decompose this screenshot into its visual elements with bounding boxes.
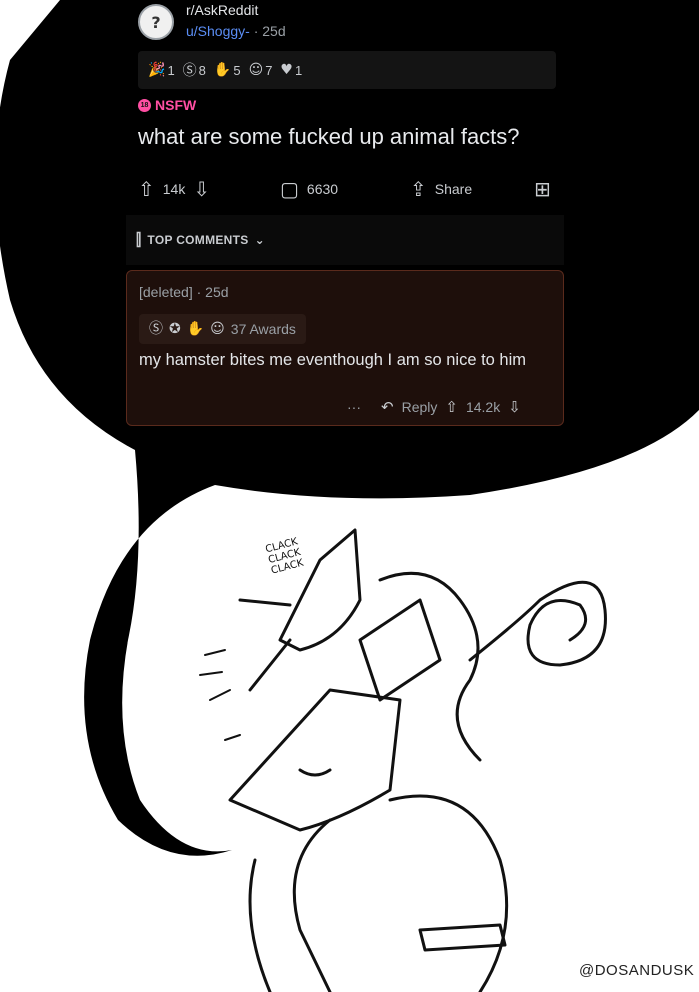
comic-panel: ? r/AskReddit u/Shoggy- · 25d 🎉 1 Ⓢ 8 ✋ 5 ☺… (0, 0, 699, 992)
head (228, 688, 402, 832)
arm (248, 858, 272, 992)
hamster-arm (248, 638, 292, 692)
character-illustration (199, 528, 607, 992)
artist-signature: @DOSANDUSK (579, 962, 695, 979)
body-left (292, 818, 332, 992)
hamster-arm (238, 598, 292, 607)
belt (418, 923, 507, 952)
motion-lines (199, 649, 241, 741)
ear (358, 598, 442, 702)
body-right (388, 794, 509, 992)
tail-swirl (468, 580, 607, 667)
closed-eye (298, 768, 332, 777)
